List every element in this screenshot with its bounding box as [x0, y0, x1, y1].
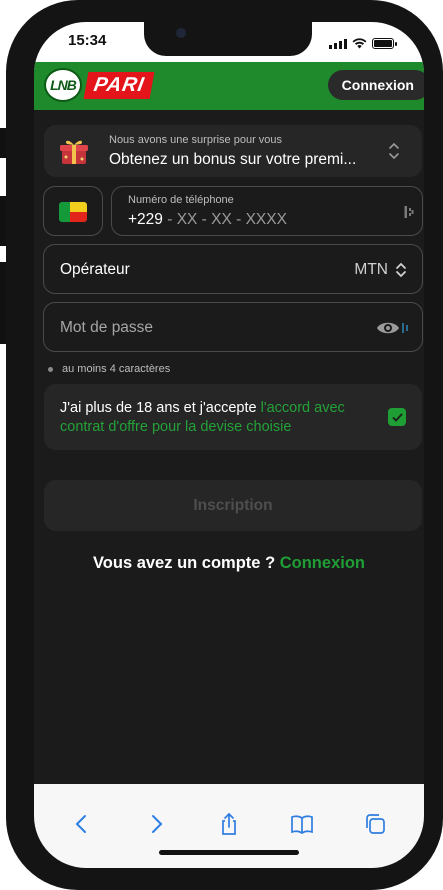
logo-emblem: LNB — [44, 68, 82, 102]
wifi-icon — [352, 38, 367, 49]
back-icon[interactable] — [70, 812, 94, 836]
chevron-updown-icon — [389, 142, 399, 160]
phone-number-input[interactable]: Numéro de téléphone +229 - XX - XX - XXX… — [111, 186, 423, 236]
status-icons — [329, 38, 397, 49]
terms-text: J'ai plus de 18 ans et j'accepte l'accor… — [60, 399, 380, 437]
promo-banner[interactable]: Nous avons une surprise pour vous Obtene… — [44, 125, 422, 177]
promo-title: Obtenez un bonus sur votre premi... — [109, 151, 357, 168]
signal-icon — [329, 39, 347, 49]
benin-flag-icon — [59, 202, 87, 222]
password-placeholder: Mot de passe — [60, 319, 154, 336]
eye-icon[interactable] — [376, 320, 410, 336]
dynamic-island — [144, 22, 312, 56]
forward-icon[interactable] — [144, 812, 168, 836]
phone-code: +229 — [128, 211, 163, 228]
promo-subtitle: Nous avons une surprise pour vous — [109, 134, 283, 146]
have-account-prompt: Vous avez un compte ? Connexion — [34, 554, 424, 573]
terms-statement: J'ai plus de 18 ans et j'accepte — [60, 400, 261, 416]
logo-wordmark: PARI — [83, 71, 155, 99]
screen: 15:34 LNB PARI Connexion Nous avons une … — [34, 22, 424, 868]
header-login-button[interactable]: Connexion — [327, 70, 424, 100]
battery-icon — [372, 38, 397, 49]
phone-value: +229 - XX - XX - XXXX — [128, 211, 287, 229]
tabs-icon[interactable] — [363, 812, 387, 836]
phone-frame: 15:34 LNB PARI Connexion Nous avons une … — [6, 0, 443, 890]
hint-bullet — [48, 366, 53, 372]
phone-label: Numéro de téléphone — [128, 194, 234, 206]
browser-toolbar — [34, 784, 424, 868]
password-hint: au moins 4 caractères — [48, 363, 170, 375]
app-header: LNB PARI Connexion — [34, 62, 424, 110]
login-link[interactable]: Connexion — [280, 554, 365, 572]
terms-checkbox[interactable] — [388, 408, 406, 426]
home-indicator — [159, 850, 299, 855]
operator-select[interactable]: Opérateur MTN — [43, 244, 423, 294]
phone-mask: - XX - XX - XXXX — [162, 211, 287, 228]
country-selector[interactable] — [43, 186, 103, 236]
chevron-updown-icon — [396, 262, 406, 278]
status-time: 15:34 — [68, 32, 107, 49]
camera-dot — [176, 28, 186, 38]
operator-value: MTN — [354, 261, 388, 278]
account-question: Vous avez un compte ? — [93, 554, 280, 572]
contacts-icon — [404, 206, 414, 218]
operator-label: Opérateur — [60, 261, 130, 278]
check-icon — [391, 412, 403, 422]
hint-text: au moins 4 caractères — [62, 363, 171, 375]
terms-consent[interactable]: J'ai plus de 18 ans et j'accepte l'accor… — [44, 384, 422, 450]
brand-logo[interactable]: LNB PARI — [44, 68, 155, 102]
share-icon[interactable] — [217, 812, 241, 836]
gift-icon — [60, 140, 88, 164]
bookmarks-icon[interactable] — [290, 812, 314, 836]
signup-button[interactable]: Inscription — [44, 480, 422, 531]
password-input[interactable]: Mot de passe — [43, 302, 423, 352]
